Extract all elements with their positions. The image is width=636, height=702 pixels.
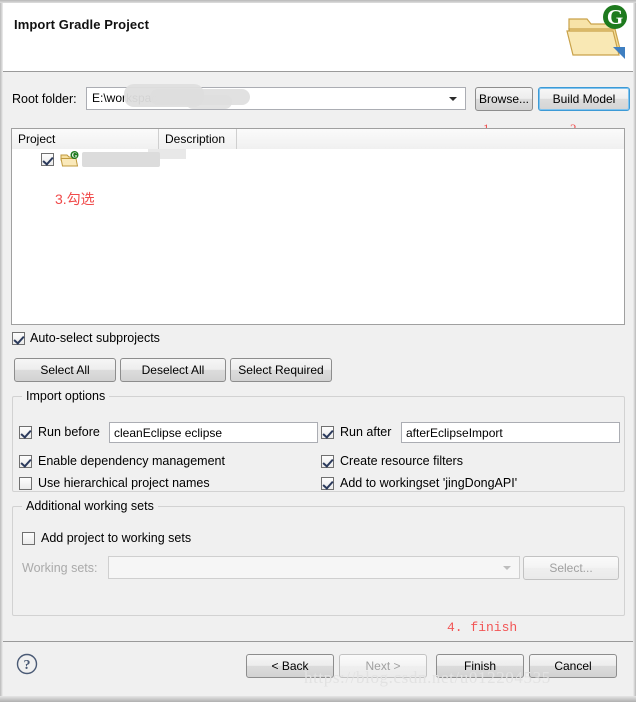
column-header-filler bbox=[237, 129, 624, 149]
working-sets-combo[interactable] bbox=[108, 556, 520, 579]
project-table[interactable]: Project Description G 3.勾选 bbox=[11, 128, 625, 325]
run-after-label: Run after bbox=[340, 425, 392, 439]
add-project-to-working-sets-row[interactable]: Add project to working sets bbox=[22, 531, 191, 545]
run-before-row[interactable]: Run before bbox=[19, 425, 100, 439]
run-before-checkbox[interactable] bbox=[19, 425, 32, 439]
create-resource-filters-checkbox[interactable] bbox=[321, 454, 334, 468]
run-before-label: Run before bbox=[38, 425, 100, 439]
cancel-button[interactable]: Cancel bbox=[529, 654, 617, 678]
chevron-down-icon[interactable] bbox=[445, 88, 461, 109]
auto-select-subprojects-row[interactable]: Auto-select subprojects bbox=[12, 331, 160, 345]
svg-text:G: G bbox=[72, 152, 78, 160]
root-folder-value: E:\workspac bbox=[92, 91, 158, 105]
import-options-legend: Import options bbox=[22, 389, 110, 403]
annotation-step-4: 4. finish bbox=[447, 620, 518, 635]
gradle-folder-icon: G bbox=[563, 5, 629, 67]
browse-button[interactable]: Browse... bbox=[475, 87, 533, 111]
table-row[interactable]: G bbox=[12, 149, 624, 171]
help-question-icon[interactable]: ? bbox=[16, 653, 38, 675]
column-header-description[interactable]: Description bbox=[159, 129, 237, 149]
dialog-header: Import Gradle Project G bbox=[3, 3, 633, 72]
run-before-input[interactable]: cleanEclipse eclipse bbox=[109, 422, 318, 443]
column-header-project[interactable]: Project bbox=[12, 129, 159, 149]
add-to-workingset-row[interactable]: Add to workingset 'jingDongAPI' bbox=[321, 476, 517, 490]
window-left-edge bbox=[0, 3, 3, 698]
add-project-to-working-sets-checkbox[interactable] bbox=[22, 531, 35, 545]
add-to-workingset-label: Add to workingset 'jingDongAPI' bbox=[340, 476, 518, 490]
project-name-redacted bbox=[82, 152, 160, 167]
enable-dependency-management-label: Enable dependency management bbox=[38, 454, 225, 468]
create-resource-filters-label: Create resource filters bbox=[340, 454, 463, 468]
run-after-row[interactable]: Run after bbox=[321, 425, 391, 439]
create-resource-filters-row[interactable]: Create resource filters bbox=[321, 454, 463, 468]
svg-text:G: G bbox=[607, 5, 623, 29]
use-hierarchical-project-names-label: Use hierarchical project names bbox=[38, 476, 210, 490]
use-hierarchical-project-names-checkbox[interactable] bbox=[19, 476, 32, 490]
select-required-button[interactable]: Select Required bbox=[230, 358, 332, 382]
svg-text:?: ? bbox=[24, 658, 31, 673]
use-hierarchical-project-names-row[interactable]: Use hierarchical project names bbox=[19, 476, 210, 490]
back-button[interactable]: < Back bbox=[246, 654, 334, 678]
enable-dependency-management-row[interactable]: Enable dependency management bbox=[19, 454, 225, 468]
working-sets-label: Working sets: bbox=[22, 561, 98, 575]
annotation-step-3: 3.勾选 bbox=[55, 191, 95, 207]
additional-working-sets-legend: Additional working sets bbox=[22, 499, 158, 513]
finish-button[interactable]: Finish bbox=[436, 654, 524, 678]
window-bottom-edge bbox=[0, 696, 636, 702]
import-gradle-project-dialog: Import Gradle Project G Root folder: E:\… bbox=[0, 0, 636, 702]
select-all-button[interactable]: Select All bbox=[14, 358, 116, 382]
run-after-checkbox[interactable] bbox=[321, 425, 334, 439]
chevron-down-icon[interactable] bbox=[499, 557, 515, 578]
gradle-folder-icon: G bbox=[60, 151, 79, 168]
row-checkbox[interactable] bbox=[41, 153, 54, 166]
add-to-workingset-checkbox[interactable] bbox=[321, 476, 334, 490]
auto-select-subprojects-label: Auto-select subprojects bbox=[30, 331, 160, 345]
table-header-row: Project Description bbox=[12, 129, 624, 149]
enable-dependency-management-checkbox[interactable] bbox=[19, 454, 32, 468]
run-after-input[interactable]: afterEclipseImport bbox=[401, 422, 620, 443]
add-project-to-working-sets-label: Add project to working sets bbox=[41, 531, 192, 545]
next-button[interactable]: Next > bbox=[339, 654, 427, 678]
build-model-button[interactable]: Build Model bbox=[538, 87, 630, 111]
select-working-set-button[interactable]: Select... bbox=[523, 556, 619, 580]
page-title: Import Gradle Project bbox=[14, 17, 150, 32]
root-folder-label: Root folder: bbox=[12, 92, 77, 106]
root-folder-combo[interactable]: E:\workspac bbox=[86, 87, 466, 110]
auto-select-subprojects-checkbox[interactable] bbox=[12, 331, 25, 345]
deselect-all-button[interactable]: Deselect All bbox=[120, 358, 226, 382]
